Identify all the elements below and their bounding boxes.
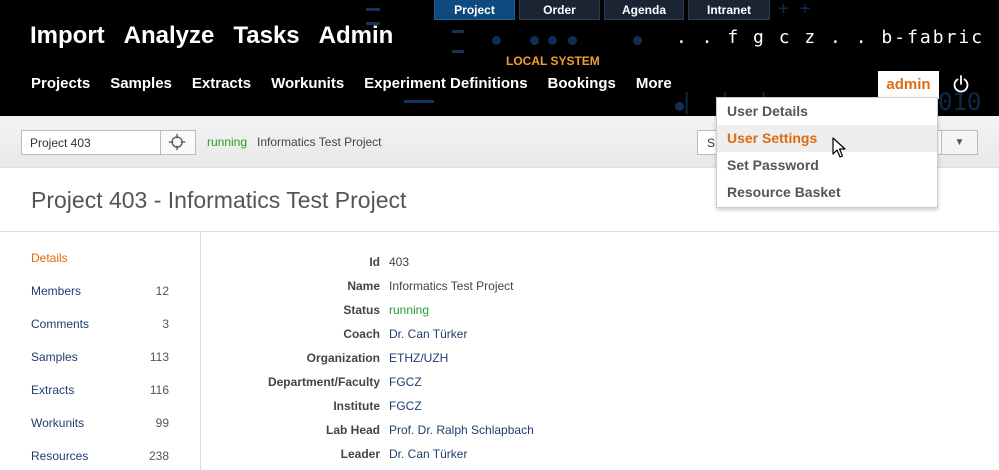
detail-label: Institute — [333, 399, 380, 413]
detail-label: Organization — [306, 351, 380, 365]
sidebar-item-label: Members — [31, 284, 82, 298]
menu-item-resource-basket[interactable]: Resource Basket — [717, 179, 937, 206]
mainnav-import[interactable]: Import — [30, 22, 105, 50]
brand-logo[interactable]: . . f g c z . . b-fabric — [676, 27, 984, 48]
header-decoration — [366, 8, 380, 11]
action-select-value: S — [707, 136, 716, 150]
subnav-projects[interactable]: Projects — [31, 75, 90, 92]
coach-link[interactable]: Dr. Can Türker — [389, 327, 467, 341]
mainnav-admin[interactable]: Admin — [319, 22, 394, 50]
environment-label: LOCAL SYSTEM — [506, 54, 600, 68]
select-project-button[interactable] — [160, 130, 196, 155]
detail-value: 403 — [389, 255, 410, 269]
subnav-extracts[interactable]: Extracts — [192, 75, 251, 92]
detail-label: Status — [343, 303, 380, 317]
sidebar-item-comments[interactable]: Comments 3 — [31, 317, 169, 331]
subnav-workunits[interactable]: Workunits — [271, 75, 344, 92]
caret-down-icon[interactable]: ▼ — [941, 131, 977, 154]
sidebar-item-label: Resources — [31, 449, 89, 463]
header-decoration — [633, 36, 642, 45]
user-menu-toggle[interactable]: admin — [878, 71, 939, 99]
sidebar-item-members[interactable]: Members 12 — [31, 284, 169, 298]
sidebar-item-label: Details — [31, 251, 68, 265]
sidebar-item-count: 3 — [162, 317, 169, 331]
header-decoration — [452, 30, 464, 33]
main-nav: Import Analyze Tasks Admin — [30, 22, 393, 50]
detail-label: Coach — [343, 327, 380, 341]
detail-row-lab-head: Lab Head Prof. Dr. Ralph Schlapbach — [201, 423, 901, 441]
toptab-intranet[interactable]: Intranet — [688, 0, 770, 20]
header-decoration — [568, 36, 577, 45]
header-decoration — [530, 36, 539, 45]
menu-item-user-settings[interactable]: User Settings — [717, 125, 937, 152]
project-status: running — [207, 135, 248, 149]
sidebar-item-count: 99 — [155, 416, 169, 430]
header-decoration: + + — [778, 0, 811, 19]
detail-label: Id — [369, 255, 380, 269]
status-badge: running — [389, 303, 430, 317]
menu-item-user-details[interactable]: User Details — [717, 98, 937, 125]
detail-row-leader: Leader Dr. Can Türker — [201, 447, 901, 465]
detail-row-coach: Coach Dr. Can Türker — [201, 327, 901, 345]
organization-link[interactable]: ETHZ/UZH — [389, 351, 448, 365]
project-name: Informatics Test Project — [257, 135, 382, 149]
crosshair-icon — [168, 133, 186, 151]
toptab-project[interactable]: Project — [434, 0, 515, 20]
detail-row-id: Id 403 — [201, 255, 901, 273]
subnav-samples[interactable]: Samples — [110, 75, 172, 92]
toptab-order[interactable]: Order — [519, 0, 600, 20]
subnav-experiment-definitions[interactable]: Experiment Definitions — [364, 75, 527, 92]
sidebar-item-label: Workunits — [31, 416, 85, 430]
detail-sidebar: Details Members 12 Comments 3 Samples 11… — [0, 232, 201, 470]
sidebar-item-count: 12 — [155, 284, 169, 298]
detail-value: Informatics Test Project — [389, 279, 514, 293]
sub-nav: Projects Samples Extracts Workunits Expe… — [31, 75, 672, 92]
sidebar-item-samples[interactable]: Samples 113 — [31, 350, 169, 364]
sidebar-item-label: Samples — [31, 350, 78, 364]
detail-row-department: Department/Faculty FGCZ — [201, 375, 901, 393]
menu-item-set-password[interactable]: Set Password — [717, 152, 937, 179]
header-decoration — [492, 36, 501, 45]
detail-label: Name — [347, 279, 380, 293]
department-link[interactable]: FGCZ — [389, 375, 422, 389]
detail-label: Department/Faculty — [267, 375, 380, 389]
mainnav-analyze[interactable]: Analyze — [124, 22, 215, 50]
sidebar-item-resources[interactable]: Resources 238 — [31, 449, 169, 463]
sidebar-item-details[interactable]: Details — [31, 251, 169, 265]
sidebar-item-count: 113 — [149, 350, 169, 364]
detail-label: Leader — [340, 447, 380, 461]
power-icon[interactable] — [951, 74, 971, 94]
institute-link[interactable]: FGCZ — [389, 399, 422, 413]
mainnav-tasks[interactable]: Tasks — [233, 22, 299, 50]
detail-row-name: Name Informatics Test Project — [201, 279, 901, 297]
leader-link[interactable]: Dr. Can Türker — [389, 447, 467, 461]
subnav-more[interactable]: More — [636, 75, 672, 92]
mouse-pointer-icon — [832, 137, 846, 158]
subnav-bookings[interactable]: Bookings — [548, 75, 616, 92]
sidebar-item-extracts[interactable]: Extracts 116 — [31, 383, 169, 397]
detail-row-organization: Organization ETHZ/UZH — [201, 351, 901, 369]
header-decoration — [404, 100, 434, 103]
lab-head-link[interactable]: Prof. Dr. Ralph Schlapbach — [389, 423, 534, 437]
top-tabs: Project Order Agenda Intranet — [434, 0, 770, 20]
header-decoration — [548, 36, 557, 45]
user-dropdown-menu: User Details User Settings Set Password … — [716, 97, 938, 208]
sidebar-item-count: 238 — [148, 449, 169, 463]
project-search-input[interactable] — [21, 130, 161, 155]
detail-label: Lab Head — [325, 423, 380, 437]
sidebar-item-label: Extracts — [31, 383, 75, 397]
sidebar-item-label: Comments — [31, 317, 90, 331]
sidebar-item-workunits[interactable]: Workunits 99 — [31, 416, 169, 430]
page-title: Project 403 - Informatics Test Project — [31, 187, 407, 213]
toptab-agenda[interactable]: Agenda — [604, 0, 684, 20]
sidebar-item-count: 116 — [149, 383, 169, 397]
detail-row-status: Status running — [201, 303, 901, 321]
header-decoration — [452, 50, 464, 53]
detail-row-institute: Institute FGCZ — [201, 399, 901, 417]
